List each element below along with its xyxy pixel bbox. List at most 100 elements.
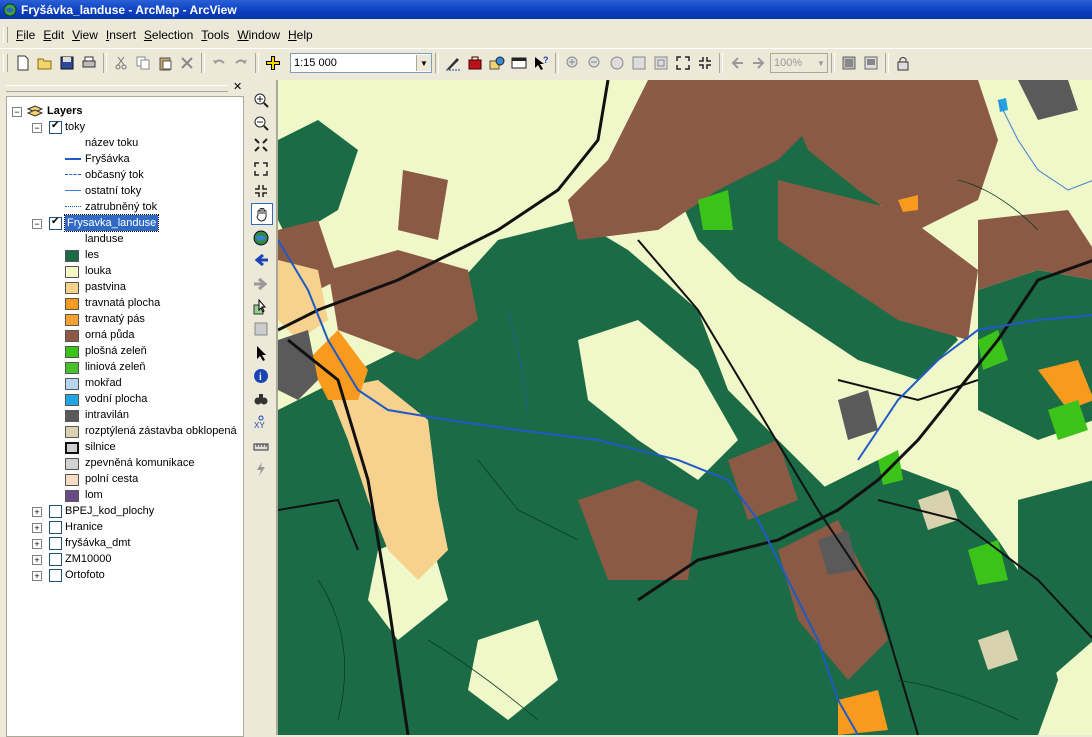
print-button[interactable] — [78, 52, 100, 74]
select-features-tool[interactable] — [251, 297, 271, 317]
legend-color-swatch — [65, 378, 79, 390]
zoom-to-100-button[interactable] — [650, 52, 672, 74]
hyperlink-tool[interactable] — [251, 459, 271, 479]
menu-selection[interactable]: Selection — [140, 28, 197, 42]
zoom-in-tool[interactable] — [251, 90, 271, 110]
map-view[interactable] — [276, 80, 1092, 735]
find-tool[interactable] — [251, 389, 271, 409]
print-icon — [82, 56, 96, 68]
map-scale-combo[interactable]: 1:15 000 ▼ — [290, 53, 432, 73]
delete-button[interactable] — [176, 52, 198, 74]
forward-extent-icon — [254, 277, 268, 291]
menu-help[interactable]: Help — [284, 28, 317, 42]
add-data-button[interactable] — [262, 52, 284, 74]
menu-file[interactable]: File — [12, 28, 39, 42]
zoom-in-fixed-button[interactable] — [562, 52, 584, 74]
layer-visibility-checkbox[interactable] — [49, 569, 62, 582]
legend-label: plošná zeleň — [85, 345, 147, 357]
collapse-icon[interactable]: − — [12, 107, 22, 117]
zoom-whole-page-button[interactable] — [628, 52, 650, 74]
layer-visibility-checkbox[interactable] — [49, 120, 62, 134]
layers-root-label[interactable]: Layers — [47, 103, 82, 119]
redo-button[interactable] — [230, 52, 252, 74]
forward-extent-tool[interactable] — [251, 274, 271, 294]
back-extent-tool[interactable] — [251, 250, 271, 270]
undo-button[interactable] — [208, 52, 230, 74]
tools-toolbar: i XY — [248, 82, 274, 735]
zoom-full-out-tool[interactable] — [251, 135, 271, 155]
full-extent-tool[interactable] — [251, 228, 271, 248]
close-icon[interactable]: ✕ — [233, 82, 242, 93]
new-document-button[interactable] — [12, 52, 34, 74]
layer-name[interactable]: toky — [65, 119, 85, 135]
expand-icon[interactable]: + — [32, 523, 42, 533]
identify-tool[interactable]: i — [251, 366, 271, 386]
cut-button[interactable] — [110, 52, 132, 74]
fixed-zoom-in-tool[interactable] — [251, 159, 271, 179]
paste-button[interactable] — [154, 52, 176, 74]
open-folder-button[interactable] — [34, 52, 56, 74]
layer-name[interactable]: Frysavka_landuse — [63, 214, 160, 232]
collapse-icon[interactable]: − — [32, 123, 42, 133]
toc-grip[interactable] — [6, 85, 228, 92]
chevron-down-icon[interactable]: ▼ — [416, 55, 431, 71]
legend-field-name: landuse — [85, 233, 124, 245]
find-icon — [254, 394, 268, 405]
layer-name[interactable]: fryšávka_dmt — [65, 535, 130, 551]
collapse-icon[interactable]: − — [32, 219, 42, 229]
layer-visibility-checkbox[interactable] — [49, 505, 62, 518]
data-view-button[interactable] — [838, 52, 860, 74]
layer-visibility-checkbox[interactable] — [49, 553, 62, 566]
measure-tool[interactable] — [251, 435, 271, 455]
toolbar-separator — [103, 53, 107, 73]
layer-visibility-checkbox[interactable] — [49, 521, 62, 534]
legend-color-swatch — [65, 330, 79, 342]
menu-tools[interactable]: Tools — [197, 28, 233, 42]
identify-icon: i — [254, 369, 268, 383]
pan-tool[interactable] — [251, 203, 273, 225]
toolbar-grip[interactable] — [3, 54, 8, 72]
landuse-map[interactable] — [278, 80, 1092, 735]
copy-button[interactable] — [132, 52, 154, 74]
expand-icon[interactable]: + — [32, 507, 42, 517]
zoom-out-tool[interactable] — [251, 113, 271, 133]
lock-button[interactable] — [892, 52, 914, 74]
layer-name[interactable]: BPEJ_kod_plochy — [65, 503, 154, 519]
layout-zoom-combo[interactable]: 100% ▼ — [770, 53, 828, 73]
chevron-down-icon[interactable]: ▼ — [815, 59, 827, 68]
zoom-out-fixed-button[interactable] — [584, 52, 606, 74]
fixed-zoom-out-button[interactable] — [694, 52, 716, 74]
command-line-button[interactable] — [508, 52, 530, 74]
go-forward-extent-button[interactable] — [748, 52, 770, 74]
menu-insert[interactable]: Insert — [102, 28, 140, 42]
menu-edit[interactable]: Edit — [39, 28, 68, 42]
arc-toolbox-button[interactable] — [464, 52, 486, 74]
arc-catalog-button[interactable] — [486, 52, 508, 74]
legend-label: orná půda — [85, 329, 135, 341]
layout-view-button[interactable] — [860, 52, 882, 74]
layers-icon — [26, 105, 44, 120]
map-scale-value[interactable]: 1:15 000 — [291, 57, 416, 69]
clear-selection-tool[interactable] — [251, 319, 271, 339]
layer-name[interactable]: Ortofoto — [65, 567, 105, 583]
layer-visibility-checkbox[interactable] — [49, 216, 62, 230]
add-data-icon — [266, 56, 280, 70]
expand-icon[interactable]: + — [32, 555, 42, 565]
layer-name[interactable]: Hranice — [65, 519, 103, 535]
expand-icon[interactable]: + — [32, 571, 42, 581]
menu-window[interactable]: Window — [233, 28, 284, 42]
menu-view[interactable]: View — [68, 28, 102, 42]
go-back-extent-button[interactable] — [726, 52, 748, 74]
expand-icon[interactable]: + — [32, 539, 42, 549]
layer-visibility-checkbox[interactable] — [49, 537, 62, 550]
go-to-xy-tool[interactable]: XY — [251, 412, 271, 432]
fixed-zoom-out-tool[interactable] — [251, 181, 271, 201]
select-elements-tool[interactable] — [251, 343, 271, 363]
whats-this-button[interactable]: ? — [530, 52, 552, 74]
fixed-zoom-in-button[interactable] — [672, 52, 694, 74]
pan-layout-button[interactable] — [606, 52, 628, 74]
layer-name[interactable]: ZM10000 — [65, 551, 111, 567]
save-button[interactable] — [56, 52, 78, 74]
editor-button[interactable] — [442, 52, 464, 74]
arc-toolbox-icon — [468, 56, 482, 70]
